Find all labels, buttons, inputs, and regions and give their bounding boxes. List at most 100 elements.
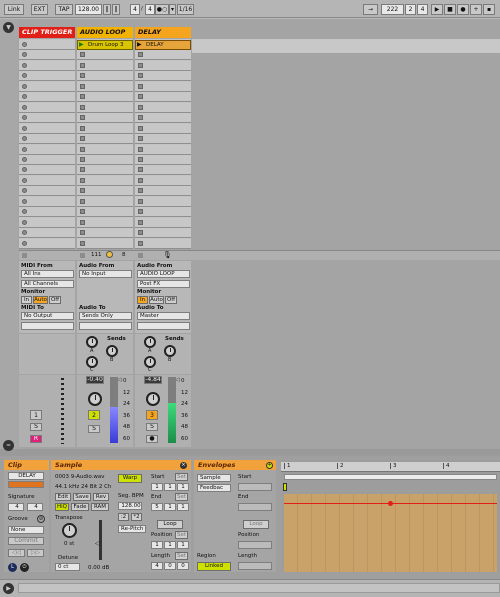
clip-slot[interactable] — [77, 50, 133, 61]
edit-button[interactable]: Edit — [55, 493, 71, 501]
clip-stop-icon[interactable] — [138, 240, 143, 246]
clip-slot[interactable] — [77, 186, 133, 197]
clip-slot[interactable] — [77, 217, 133, 228]
clip-stop-icon[interactable] — [138, 188, 143, 194]
sample-close-icon[interactable]: × — [180, 462, 187, 469]
delay-monitor-off-toggle[interactable]: Off — [165, 296, 177, 304]
clip-stop-icon[interactable] — [80, 167, 85, 173]
clip-slot[interactable] — [135, 81, 191, 92]
clip-stop-icon[interactable] — [80, 115, 85, 121]
solo-button-1[interactable]: S — [30, 423, 42, 431]
clip-slot[interactable] — [19, 186, 75, 197]
clip-slot[interactable] — [135, 175, 191, 186]
detune-field[interactable]: 0 ct — [55, 563, 80, 571]
clip-name-field[interactable]: DELAY — [8, 472, 44, 480]
reverse-button[interactable]: Rev — [93, 493, 109, 501]
arm-button-3[interactable]: ● — [146, 435, 158, 443]
position-beat[interactable]: 2 — [405, 4, 416, 15]
send-a-knob-audio[interactable] — [86, 336, 98, 348]
midi-channel-select[interactable]: All Channels — [21, 280, 74, 288]
set-end-button[interactable]: Set — [175, 493, 188, 501]
volume-field-audio[interactable]: -0.40 — [86, 376, 104, 384]
envelope-device-select[interactable]: Sample — [197, 474, 231, 482]
set-start-button[interactable]: Set — [175, 473, 188, 481]
clip-stop-icon[interactable] — [138, 156, 143, 162]
clip-slot[interactable] — [77, 60, 133, 71]
signature-numerator[interactable]: 4 — [130, 4, 140, 15]
clip-stop-icon[interactable] — [138, 209, 143, 215]
tempo-field[interactable]: 128.00 — [75, 4, 102, 15]
nudge-up-icon[interactable]: ‖ — [112, 4, 120, 15]
solo-button-2[interactable]: S — [88, 425, 100, 433]
clip-stop-icon[interactable] — [138, 125, 143, 131]
clip-slot[interactable] — [135, 102, 191, 113]
clip-launch-icon[interactable]: L — [8, 563, 17, 572]
start-bar[interactable]: 1 — [151, 483, 163, 491]
save-button[interactable]: Save — [73, 493, 91, 501]
end-bar[interactable]: 5 — [151, 503, 163, 511]
automation-icon[interactable]: ▪ — [483, 4, 495, 15]
transpose-knob[interactable] — [62, 523, 77, 538]
nudge-down-icon[interactable]: ‖ — [103, 4, 111, 15]
arm-button-1[interactable]: R — [30, 435, 42, 443]
clip-slot[interactable] — [77, 175, 133, 186]
audio-to-channel[interactable] — [79, 322, 132, 330]
track-activator-3[interactable]: 3 — [146, 410, 158, 420]
clip-slot[interactable] — [19, 81, 75, 92]
length-bar-field[interactable]: 4 — [151, 562, 163, 570]
set-length-button[interactable]: Set — [175, 552, 188, 560]
clip-slot[interactable] — [135, 154, 191, 165]
nudge-forward-button[interactable]: ▷▷ — [27, 549, 44, 557]
clip-slot[interactable] — [77, 228, 133, 239]
clip-slot[interactable] — [135, 207, 191, 218]
clip-stop-icon[interactable] — [138, 83, 143, 89]
position-sixteenth[interactable]: 4 — [417, 4, 428, 15]
end-sixteenth[interactable]: 1 — [177, 503, 189, 511]
clip-record-icon[interactable] — [22, 188, 27, 194]
clip-slot[interactable] — [135, 196, 191, 207]
groove-select[interactable]: None — [8, 526, 44, 534]
pan-knob-delay[interactable] — [146, 392, 160, 406]
position-beat-field[interactable]: 1 — [164, 541, 176, 549]
clip-slot[interactable] — [135, 217, 191, 228]
clip-delay[interactable]: ▶ DELAY — [135, 40, 191, 50]
env-start-field[interactable] — [238, 483, 272, 491]
clip-record-icon[interactable] — [22, 104, 27, 110]
clip-sig-numerator[interactable]: 4 — [8, 503, 24, 511]
position-bar-field[interactable]: 1 — [151, 541, 163, 549]
clip-record-icon[interactable] — [22, 136, 27, 142]
loop-brace[interactable] — [284, 474, 497, 480]
delay-monitor-auto-toggle[interactable]: Auto — [149, 296, 164, 304]
clip-record-icon[interactable] — [22, 167, 27, 173]
clip-audio-loop[interactable]: ▶ Drum Loop 3 — [77, 40, 133, 50]
clip-stop-icon[interactable] — [80, 209, 85, 215]
send-a-knob-delay[interactable] — [144, 336, 156, 348]
clip-slot[interactable] — [77, 92, 133, 103]
set-position-button[interactable]: Set — [175, 531, 188, 539]
clip-slot[interactable] — [19, 102, 75, 113]
env-position-field[interactable] — [238, 541, 272, 549]
overdub-icon[interactable]: + — [470, 4, 482, 15]
delay-post-fx-select[interactable]: Post FX — [137, 280, 190, 288]
audio-from-select[interactable]: No Input — [79, 270, 132, 278]
detail-toggle-icon[interactable]: ≈ — [3, 440, 14, 451]
midi-to-channel[interactable] — [21, 322, 74, 330]
clip-stop-icon[interactable] — [138, 73, 143, 79]
clip-slot[interactable] — [135, 60, 191, 71]
ext-sync-button[interactable]: EXT — [31, 4, 48, 15]
track-title-clip-trigger[interactable]: CLIP TRIGGER — [19, 27, 75, 38]
volume-field-delay[interactable]: -4.84 — [144, 376, 162, 384]
quantize-field[interactable]: 1/16 — [177, 4, 194, 15]
start-sixteenth[interactable]: 1 — [177, 483, 189, 491]
stop-all-icon[interactable] — [138, 253, 143, 258]
groove-settings-icon[interactable]: ⊘ — [37, 515, 45, 523]
record-icon[interactable]: ● — [457, 4, 469, 15]
env-end-field[interactable] — [238, 503, 272, 511]
stop-all-icon[interactable] — [80, 253, 85, 258]
clip-slot[interactable] — [77, 123, 133, 134]
clip-slot[interactable] — [19, 217, 75, 228]
clip-stop-icon[interactable] — [80, 125, 85, 131]
midi-from-select[interactable]: All Ins — [21, 270, 74, 278]
delay-audio-to-select[interactable]: Master — [137, 312, 190, 320]
gain-slider-handle[interactable]: ◁ — [95, 540, 100, 547]
